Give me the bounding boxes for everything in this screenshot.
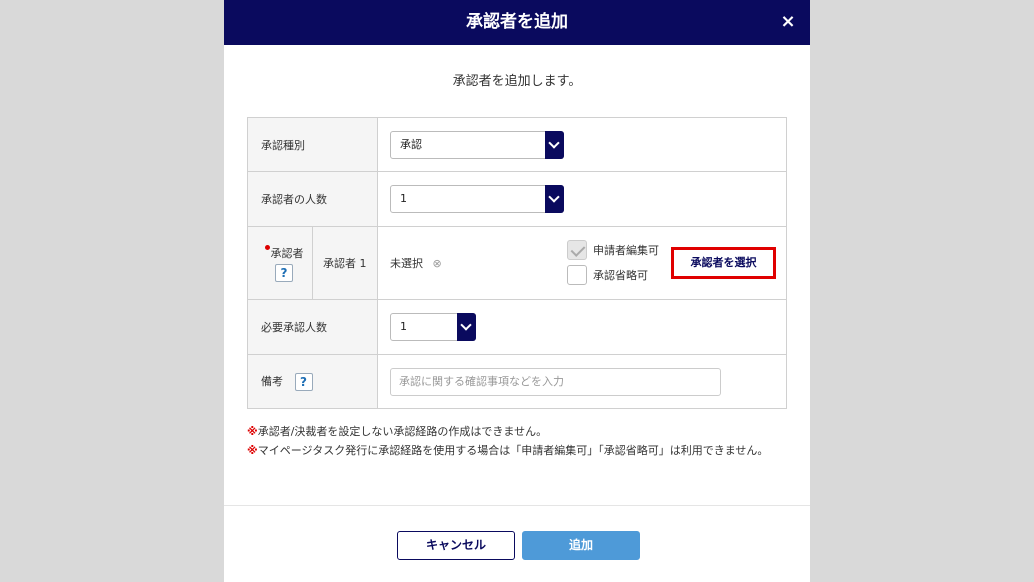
approver-status: 未選択 [390, 257, 423, 270]
note-text: マイページタスク発行に承認経路を使用する場合は「申請者編集可」「承認省略可」は利… [257, 444, 769, 457]
row-approver-count: 承認者の人数 1 [247, 171, 787, 227]
approver-count-select[interactable]: 1 [390, 185, 564, 213]
omittable-checkbox-row[interactable]: 承認省略可 [567, 265, 648, 285]
dialog-header: 承認者を追加 × [224, 0, 810, 45]
remarks-cell [377, 354, 787, 409]
omittable-checkbox[interactable] [567, 265, 587, 285]
note-1: ※承認者/決裁者を設定しない承認経路の作成はできません。 [247, 423, 787, 440]
remarks-input[interactable] [390, 367, 721, 396]
approval-type-cell: 承認 [377, 117, 787, 172]
approver-label-cell: 承認者 ? [247, 226, 313, 300]
clear-icon[interactable]: ⊗ [433, 257, 442, 270]
chevron-down-icon [457, 313, 476, 341]
approval-type-select[interactable]: 承認 [390, 130, 564, 159]
editable-label: 申請者編集可 [593, 244, 659, 257]
note-mark: ※ [247, 425, 258, 438]
chevron-down-icon [545, 130, 564, 159]
cancel-button[interactable]: キャンセル [397, 531, 515, 560]
approval-type-value: 承認 [400, 137, 422, 151]
select-approver-button[interactable]: 承認者を選択 [671, 247, 776, 279]
footer-divider [224, 505, 810, 506]
dialog-title: 承認者を追加 [466, 12, 568, 32]
approver-count-label: 承認者の人数 [247, 171, 378, 227]
chevron-down-icon [545, 185, 564, 213]
approver-count-value: 1 [400, 192, 407, 205]
remarks-label: 備考 [261, 374, 283, 388]
required-count-cell: 1 [377, 299, 787, 355]
note-text: 承認者/決裁者を設定しない承認経路の作成はできません。 [257, 425, 548, 438]
dialog-intro: 承認者を追加します。 [452, 74, 582, 89]
editable-checkbox[interactable] [567, 240, 587, 260]
editable-checkbox-row[interactable]: 申請者編集可 [567, 240, 659, 260]
remarks-label-cell: 備考 ? [247, 354, 378, 409]
close-icon[interactable]: × [776, 0, 800, 45]
required-count-select[interactable]: 1 [390, 313, 476, 341]
add-approver-dialog: 承認者を追加 × 承認者を追加します。 承認種別 承認 承認者の人数 1 承認者… [224, 0, 810, 582]
required-dot-icon [264, 244, 270, 250]
required-count-label: 必要承認人数 [247, 299, 378, 355]
note-2: ※マイページタスク発行に承認経路を使用する場合は「申請者編集可」「承認省略可」は… [247, 442, 787, 459]
remarks-help-icon[interactable]: ? [294, 372, 313, 391]
notes: ※承認者/決裁者を設定しない承認経路の作成はできません。 ※マイページタスク発行… [247, 423, 787, 459]
row-remarks: 備考 ? [247, 354, 787, 409]
note-mark: ※ [247, 444, 258, 457]
row-required-count: 必要承認人数 1 [247, 299, 787, 355]
approver-1-label: 承認者 1 [312, 226, 378, 300]
approver-help-icon[interactable]: ? [275, 263, 293, 282]
omittable-label: 承認省略可 [593, 269, 648, 282]
row-approval-type: 承認種別 承認 [247, 117, 787, 172]
add-button[interactable]: 追加 [522, 531, 640, 560]
approver-count-cell: 1 [377, 171, 787, 227]
required-count-value: 1 [400, 320, 407, 333]
approver-label: 承認者 [270, 246, 304, 260]
approval-type-label: 承認種別 [247, 117, 378, 172]
